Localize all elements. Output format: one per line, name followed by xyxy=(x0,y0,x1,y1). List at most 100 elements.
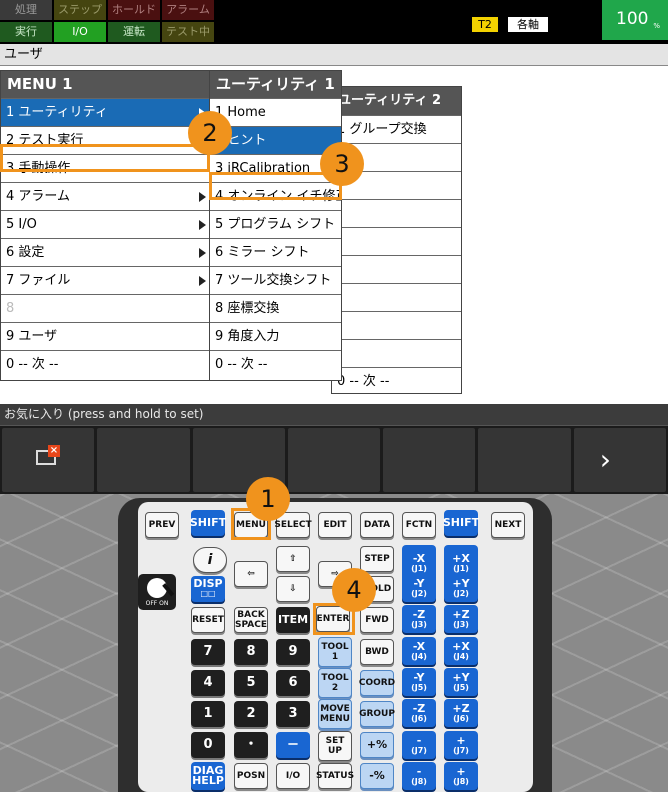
menu3-item-1[interactable]: 1 グループ交換 xyxy=(332,115,461,143)
shift-key-left[interactable]: SHIFT xyxy=(190,510,226,536)
menu3-item-7[interactable] xyxy=(332,283,461,311)
menu3-item-8[interactable] xyxy=(332,311,461,339)
fkey-6[interactable] xyxy=(478,428,571,492)
tool1-key[interactable]: TOOL 1 xyxy=(318,637,352,667)
jog-plus-j7-key[interactable]: + (J7) xyxy=(444,731,478,759)
menu-item-user[interactable]: 9 ユーザ xyxy=(1,322,210,350)
shift-key-right[interactable]: SHIFT xyxy=(443,510,479,536)
data-key[interactable]: DATA xyxy=(360,512,394,538)
backspace-key[interactable]: BACK SPACE xyxy=(234,607,268,633)
jog-label: -Z xyxy=(412,702,426,715)
jog-plus-j8-key[interactable]: + (J8) xyxy=(444,762,478,790)
fkey-2[interactable] xyxy=(97,428,190,492)
utility-item-angle-input[interactable]: 9 角度入力 xyxy=(210,322,341,350)
utility-item-frame-change[interactable]: 8 座標交換 xyxy=(210,294,341,322)
submenu-arrow-icon xyxy=(199,192,206,202)
jog-plus-ry-key[interactable]: +Y (J5) xyxy=(444,668,478,696)
menu-item-test-run[interactable]: 2 テスト実行 xyxy=(1,126,210,154)
key-4[interactable]: 4 xyxy=(191,670,225,696)
fkey-5[interactable] xyxy=(383,428,476,492)
menu3-item-6[interactable] xyxy=(332,255,461,283)
disp-key[interactable]: DISP □□ xyxy=(191,576,225,602)
step-key[interactable]: STEP xyxy=(360,546,394,572)
utility-item-online-position-correct[interactable]: 4 オンライン イチ修正 xyxy=(210,182,341,210)
jog-label: +X xyxy=(452,640,470,653)
fkey-4[interactable] xyxy=(287,428,381,492)
key-5[interactable]: 5 xyxy=(234,670,268,696)
jog-plus-y-key[interactable]: +Y (J2) xyxy=(444,574,478,602)
menu-item-manual[interactable]: 3 手動操作 xyxy=(1,154,210,182)
key-dot[interactable]: ・ xyxy=(234,732,268,758)
key-7[interactable]: 7 xyxy=(191,639,225,665)
menu-item-alarm[interactable]: 4 アラーム xyxy=(1,182,210,210)
utility-item-next[interactable]: 0 -- 次 -- xyxy=(210,350,341,378)
edit-key[interactable]: EDIT xyxy=(318,512,352,538)
jog-minus-z-key[interactable]: -Z (J3) xyxy=(402,605,436,633)
jog-minus-ry-key[interactable]: -Y (J5) xyxy=(402,668,436,696)
utility-item-mirror-shift[interactable]: 6 ミラー シフト xyxy=(210,238,341,266)
down-arrow-key[interactable]: ⇩ xyxy=(276,576,310,602)
minus-percent-key[interactable]: -% xyxy=(360,763,394,789)
menu-item-next[interactable]: 0 -- 次 -- xyxy=(1,350,210,378)
status-key[interactable]: STATUS xyxy=(316,763,354,789)
plus-percent-key[interactable]: +% xyxy=(360,732,394,758)
key-3[interactable]: 3 xyxy=(276,701,310,727)
jog-plus-rz-key[interactable]: +Z (J6) xyxy=(444,699,478,727)
next-key[interactable]: NEXT xyxy=(491,512,525,538)
jog-label: -Y xyxy=(413,577,425,590)
screen-title: ユーザ xyxy=(0,44,668,66)
jog-joint: (J5) xyxy=(453,683,469,692)
reset-key[interactable]: RESET xyxy=(191,607,225,633)
setup-key[interactable]: SET UP xyxy=(318,731,352,761)
key-8[interactable]: 8 xyxy=(234,639,268,665)
menu3-item-next[interactable]: 0 -- 次 -- xyxy=(332,367,461,395)
utility-item-tool-change-shift[interactable]: 7 ツール交換シフト xyxy=(210,266,341,294)
fwd-key[interactable]: FWD xyxy=(360,607,394,633)
key-0[interactable]: 0 xyxy=(191,732,225,758)
jog-plus-z-key[interactable]: +Z (J3) xyxy=(444,605,478,633)
up-arrow-key[interactable]: ⇧ xyxy=(276,546,310,572)
menu-item-io[interactable]: 5 I/O xyxy=(1,210,210,238)
menu-item-file[interactable]: 7 ファイル xyxy=(1,266,210,294)
jog-label: -Y xyxy=(413,671,425,684)
jog-minus-rz-key[interactable]: -Z (J6) xyxy=(402,699,436,727)
chevron-right-icon: › xyxy=(599,443,611,476)
bwd-key[interactable]: BWD xyxy=(360,639,394,665)
utility-item-home[interactable]: 1 Home xyxy=(210,98,341,126)
prev-key[interactable]: PREV xyxy=(145,512,179,538)
key-minus[interactable]: ー xyxy=(276,732,310,758)
key-6[interactable]: 6 xyxy=(276,670,310,696)
main-screen: ユーザ ユーティリティ 2 1 グループ交換 0 -- 次 -- MENU 1 … xyxy=(0,44,668,404)
menu-item-utility[interactable]: 1 ユーティリティ xyxy=(1,98,210,126)
io-key[interactable]: I/O xyxy=(276,763,310,789)
menu-item-setup[interactable]: 6 設定 xyxy=(1,238,210,266)
coord-key[interactable]: COORD xyxy=(359,670,395,696)
left-arrow-key[interactable]: ⇦ xyxy=(234,561,268,587)
menu3-item-5[interactable] xyxy=(332,227,461,255)
tool2-key[interactable]: TOOL 2 xyxy=(318,668,352,698)
jog-joint: (J6) xyxy=(453,714,469,723)
utility-item-program-shift[interactable]: 5 プログラム シフト xyxy=(210,210,341,238)
move-menu-key[interactable]: MOVE MENU xyxy=(318,699,352,729)
jog-minus-rx-key[interactable]: -X (J4) xyxy=(402,637,436,665)
posn-key[interactable]: POSN xyxy=(234,763,268,789)
jog-plus-rx-key[interactable]: +X (J4) xyxy=(444,637,478,665)
speed-override-unit: % xyxy=(653,22,660,30)
fkey-next[interactable]: › xyxy=(573,428,666,492)
menu3-item-9[interactable] xyxy=(332,339,461,367)
fkey-1[interactable]: × xyxy=(2,428,95,492)
diag-help-key[interactable]: DIAG HELP xyxy=(191,762,225,790)
menu3-item-4[interactable] xyxy=(332,199,461,227)
item-key[interactable]: ITEM xyxy=(276,607,310,633)
jog-minus-y-key[interactable]: -Y (J2) xyxy=(402,574,436,602)
fctn-key[interactable]: FCTN xyxy=(402,512,436,538)
jog-minus-j8-key[interactable]: - (J8) xyxy=(402,762,436,790)
jog-minus-j7-key[interactable]: - (J7) xyxy=(402,731,436,759)
status-shori: 処理 xyxy=(0,0,52,20)
info-key[interactable]: i xyxy=(193,547,227,573)
key-9[interactable]: 9 xyxy=(276,639,310,665)
key-1[interactable]: 1 xyxy=(191,701,225,727)
group-key[interactable]: GROUP xyxy=(359,701,395,727)
key-2[interactable]: 2 xyxy=(234,701,268,727)
teach-enable-switch[interactable]: OFF ON xyxy=(138,574,176,610)
